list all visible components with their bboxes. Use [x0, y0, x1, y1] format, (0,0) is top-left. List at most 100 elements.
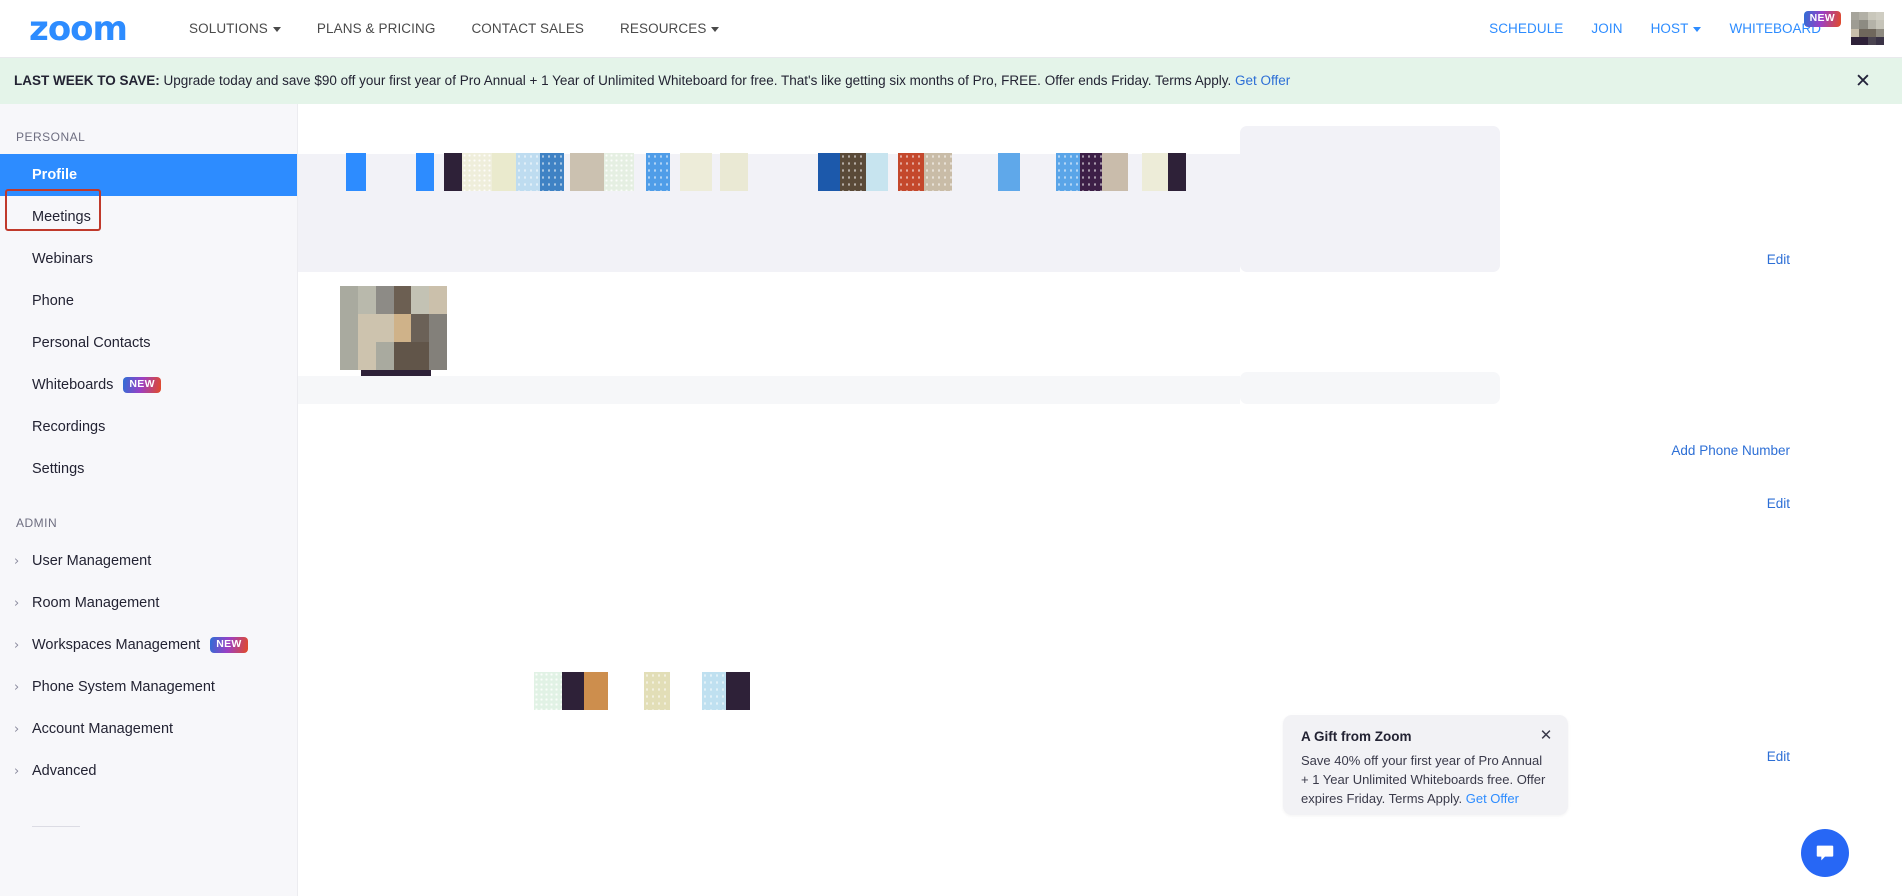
sidebar-item-profile[interactable]: Profile [0, 154, 297, 196]
avatar-pixel [1851, 12, 1860, 21]
sidebar-item-label: Advanced [32, 763, 97, 779]
redacted-block [644, 672, 670, 710]
redacted-block [998, 153, 1020, 191]
avatar-pixel [375, 314, 394, 342]
redacted-footer-text [298, 672, 1498, 710]
redacted-block [570, 153, 604, 191]
avatar-pixel [1867, 12, 1876, 21]
whiteboard-new-badge: NEW [1803, 11, 1841, 27]
redacted-block [534, 672, 562, 710]
gift-popup-body: Save 40% off your first year of Pro Annu… [1301, 752, 1552, 809]
sidebar-item-recordings[interactable]: Recordings [0, 406, 297, 448]
nav-link-host[interactable]: HOST [1637, 21, 1716, 36]
avatar-pixel [1851, 28, 1860, 37]
avatar-pixel [1859, 20, 1868, 29]
avatar-pixel [393, 286, 412, 314]
nav-link-plans-pricing[interactable]: PLANS & PRICING [299, 21, 454, 36]
close-icon[interactable]: ✕ [1852, 70, 1874, 92]
redacted-block [1142, 153, 1168, 191]
avatar-pixel [1859, 28, 1868, 37]
redacted-block [646, 153, 670, 191]
sidebar-item-label: Profile [32, 167, 78, 183]
sidebar-item-personal-contacts[interactable]: Personal Contacts [0, 322, 297, 364]
sidebar-divider [32, 826, 80, 827]
redacted-block [866, 153, 888, 191]
redacted-block [516, 153, 540, 191]
avatar-pixel [1867, 36, 1876, 45]
redacted-block [1168, 153, 1186, 191]
chat-bubble-icon [1816, 845, 1834, 861]
chevron-right-icon: › [14, 595, 20, 611]
chevron-down-icon [711, 27, 720, 32]
avatar-pixel [340, 342, 358, 370]
top-navigation-bar: zoom SOLUTIONS PLANS & PRICING CONTACT SAL… [0, 0, 1902, 58]
redacted-block [680, 153, 712, 191]
add-phone-number-link[interactable]: Add Phone Number [1671, 443, 1790, 458]
avatar-pixel [357, 314, 376, 342]
gift-popup-get-offer-link[interactable]: Get Offer [1466, 791, 1519, 806]
nav-link-label: HOST [1650, 21, 1689, 36]
field-strip-right [1240, 372, 1500, 404]
sidebar-item-label: Recordings [32, 419, 106, 435]
sidebar-item-phone-system-management[interactable]: › Phone System Management [0, 666, 297, 708]
sidebar-item-workspaces-management[interactable]: › Workspaces Management NEW [0, 624, 297, 666]
redacted-block [898, 153, 924, 191]
gift-popup-title: A Gift from Zoom [1301, 729, 1412, 744]
sidebar-item-label: Room Management [32, 595, 160, 611]
redacted-block [1102, 153, 1128, 191]
avatar-pixel [1875, 28, 1884, 37]
promo-banner-get-offer-link[interactable]: Get Offer [1235, 73, 1290, 88]
sidebar-item-advanced[interactable]: › Advanced [0, 750, 297, 792]
chevron-down-icon [1693, 27, 1702, 32]
avatar-pixel [1851, 20, 1860, 29]
redacted-block [540, 153, 564, 191]
new-badge: NEW [210, 637, 248, 653]
avatar-pixel [1851, 36, 1860, 45]
nav-link-contact-sales[interactable]: CONTACT SALES [453, 21, 602, 36]
field-strip-left [298, 376, 1240, 404]
edit-link[interactable]: Edit [1767, 252, 1790, 267]
zoom-logo[interactable]: zoom [22, 12, 134, 46]
sidebar-item-settings[interactable]: Settings [0, 448, 297, 490]
sidebar-item-account-management[interactable]: › Account Management [0, 708, 297, 750]
sidebar-item-label: Meetings [32, 209, 91, 225]
profile-picture[interactable] [340, 286, 447, 370]
nav-link-join[interactable]: JOIN [1577, 21, 1636, 36]
sidebar-item-whiteboards[interactable]: Whiteboards NEW [0, 364, 297, 406]
nav-link-schedule[interactable]: SCHEDULE [1475, 21, 1577, 36]
avatar-pixel [1875, 36, 1884, 45]
nav-link-label: CONTACT SALES [471, 21, 585, 36]
close-icon[interactable]: ✕ [1538, 727, 1554, 743]
chat-bubble-button[interactable] [1801, 829, 1849, 877]
avatar-pixel [1859, 36, 1868, 45]
avatar-pixel [393, 342, 412, 370]
redacted-block [584, 672, 608, 710]
promo-banner: LAST WEEK TO SAVE: Upgrade today and sav… [0, 58, 1902, 104]
sidebar-item-meetings[interactable]: Meetings [0, 196, 297, 238]
nav-link-resources[interactable]: RESOURCES [602, 21, 737, 36]
chevron-down-icon [272, 27, 281, 32]
avatar-pixel [1859, 12, 1868, 21]
nav-link-solutions[interactable]: SOLUTIONS [171, 21, 299, 36]
sidebar-item-label: Settings [32, 461, 85, 477]
redacted-block [416, 153, 434, 191]
sidebar-item-label: Personal Contacts [32, 335, 151, 351]
redacted-block [702, 672, 726, 710]
sidebar-item-room-management[interactable]: › Room Management [0, 582, 297, 624]
primary-nav-links: SOLUTIONS PLANS & PRICING CONTACT SALES RES… [171, 21, 737, 36]
redacted-block [726, 672, 750, 710]
sidebar-item-user-management[interactable]: › User Management [0, 540, 297, 582]
avatar[interactable] [1851, 12, 1884, 45]
redacted-block [346, 153, 366, 191]
secondary-nav-links: SCHEDULE JOIN HOST WHITEBOARD NEW [1475, 11, 1902, 45]
edit-link[interactable]: Edit [1767, 749, 1790, 764]
promo-banner-headline: LAST WEEK TO SAVE: [14, 72, 160, 88]
edit-link[interactable]: Edit [1767, 496, 1790, 511]
redacted-block [604, 153, 634, 191]
sidebar-item-phone[interactable]: Phone [0, 280, 297, 322]
sidebar-item-label: Phone [32, 293, 74, 309]
nav-link-label: SCHEDULE [1489, 21, 1564, 36]
nav-link-whiteboard[interactable]: WHITEBOARD NEW [1715, 11, 1841, 36]
sidebar-item-webinars[interactable]: Webinars [0, 238, 297, 280]
chevron-right-icon: › [14, 637, 20, 653]
